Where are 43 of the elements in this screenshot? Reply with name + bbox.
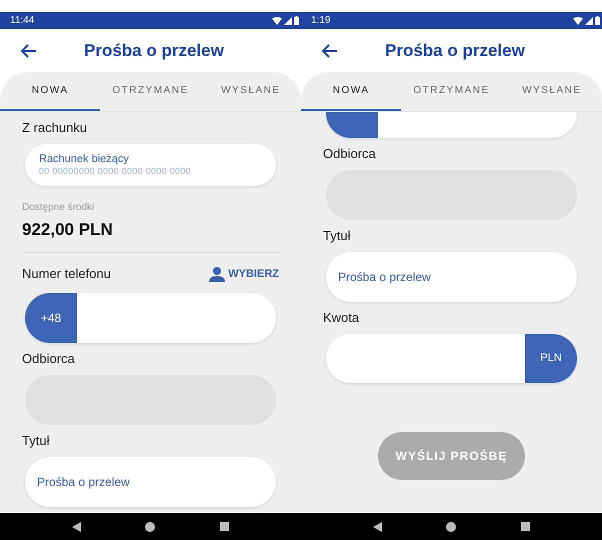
account-name: Rachunek bieżący [39,153,130,166]
field-label: Tytuł [323,228,352,244]
back-triangle-icon[interactable] [373,522,382,532]
currency-suffix: PLN [525,334,577,383]
tab[interactable]: OTRZYMANE [401,72,502,111]
field-label: Kwota [323,310,360,326]
status-time: 11:44 [10,14,34,28]
home-circle-icon[interactable] [145,522,156,532]
input-field[interactable]: Prośba o przelew [326,252,577,302]
account-card[interactable]: Rachunek bieżący 00 00000000 0000 0000 0000 0000 [25,144,276,186]
balance-amount: 922,00 PLN [22,220,114,240]
account-number: 00 00000000 0000 0000 0000 0000 [39,166,192,177]
balance-caption: Dostępne środki [22,202,96,214]
input-field[interactable]: Prośba o przelew [25,456,276,506]
person-icon [209,266,226,282]
screen-title: Prośba o przelew [385,40,525,62]
tab[interactable]: WYSŁANE [200,72,301,111]
field-label: Tytuł [22,432,50,448]
choose-contact-button[interactable]: WYBIERZ [209,266,279,282]
tab[interactable]: WYSŁANE [502,72,602,111]
signal-icon [284,16,292,24]
field-label: Z rachunku [22,120,88,136]
field-label: Odbiorca [323,146,377,162]
recents-square-icon[interactable] [520,522,530,531]
wifi-icon [272,16,282,24]
screen-title: Prośba o przelew [84,40,224,62]
recents-square-icon[interactable] [220,522,229,531]
tab[interactable]: NOWA [0,72,100,111]
status-time: 1:19 [311,14,330,28]
phone-field[interactable]: +48 [25,292,276,342]
tab[interactable]: OTRZYMANE [100,72,201,111]
battery-icon [294,16,299,25]
wifi-icon [573,16,583,24]
home-circle-icon[interactable] [446,522,456,532]
back-arrow-icon[interactable] [321,44,337,58]
field-label: Odbiorca [22,350,76,366]
field-label: Numer telefonu [22,266,111,282]
battery-icon [595,16,600,25]
signal-icon [585,16,593,24]
back-triangle-icon[interactable] [72,522,82,532]
back-arrow-icon[interactable] [20,44,36,58]
country-code-prefix[interactable]: +48 [25,292,77,342]
amount-field[interactable]: PLN [326,334,577,383]
